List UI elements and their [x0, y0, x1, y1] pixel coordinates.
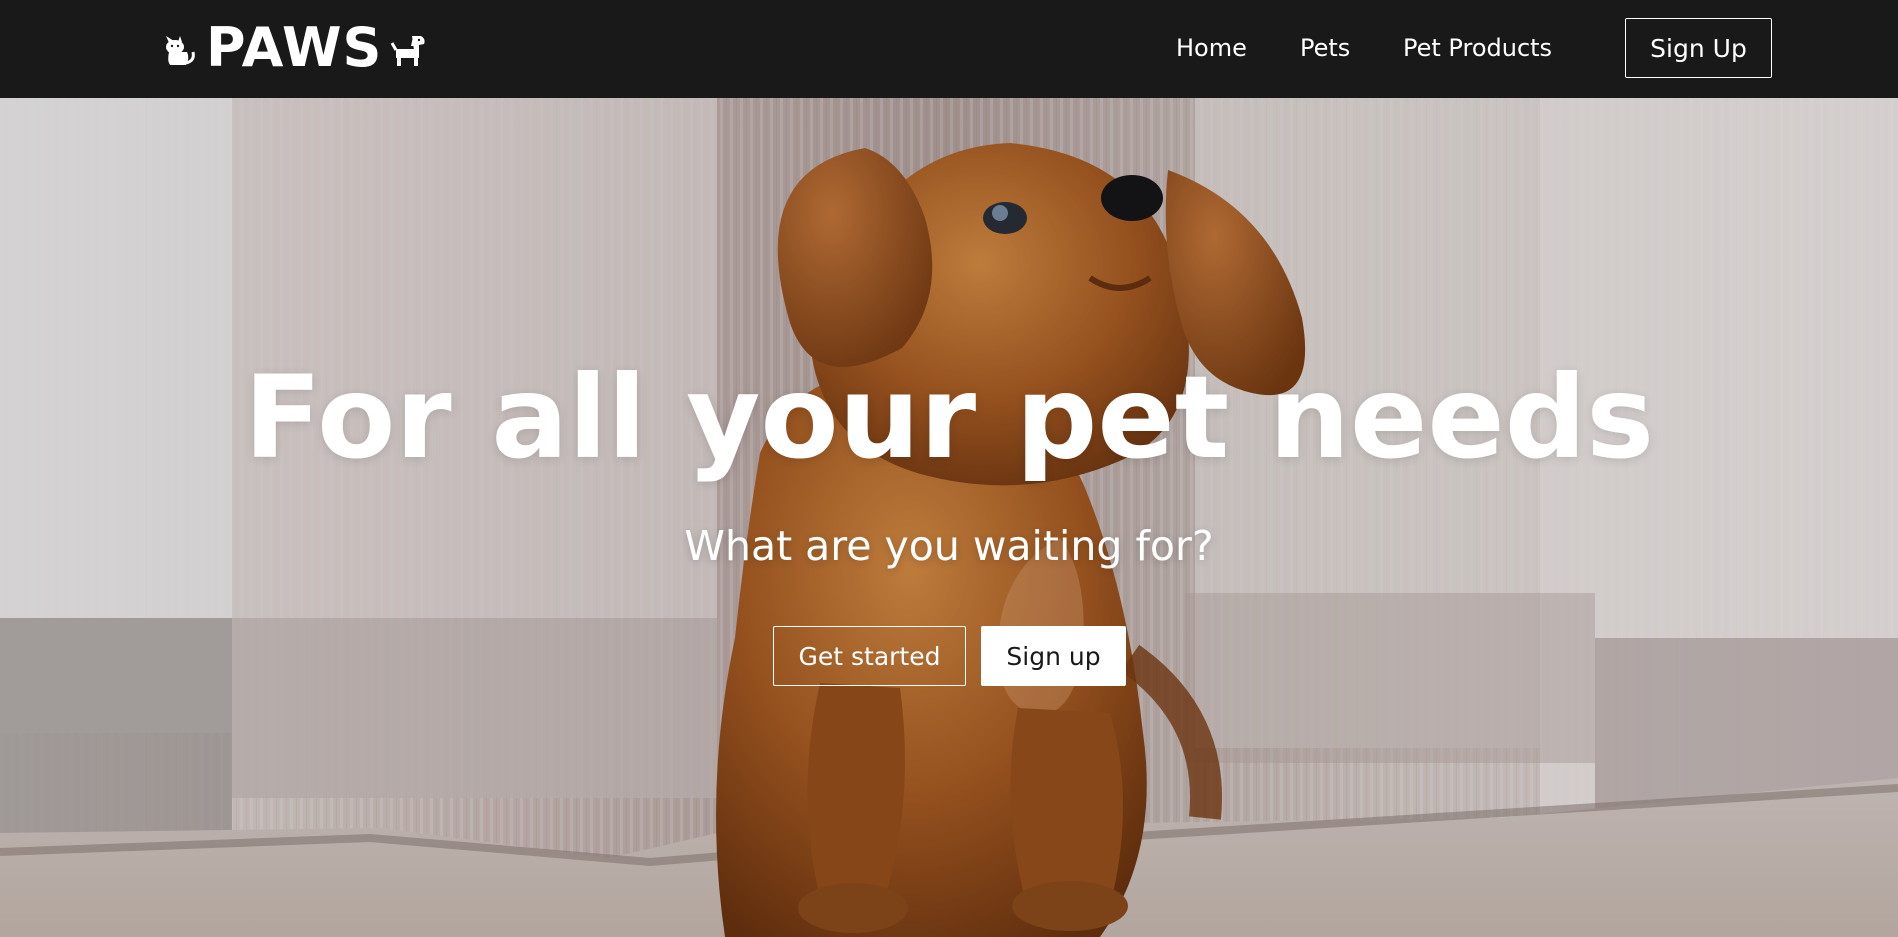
hero-subtitle: What are you waiting for? — [684, 522, 1214, 570]
cat-icon — [166, 36, 195, 65]
hero-signup-button[interactable]: Sign up — [981, 626, 1126, 686]
dog-icon — [391, 36, 426, 66]
signup-button[interactable]: Sign Up — [1625, 18, 1772, 78]
nav-link-pets[interactable]: Pets — [1300, 33, 1350, 63]
hero-title: For all your pet needs — [243, 351, 1655, 484]
brand-logo[interactable]: PAWS — [160, 14, 428, 82]
hero-section: For all your pet needs What are you wait… — [0, 98, 1898, 937]
hero-overlay — [0, 98, 1898, 937]
navbar: PAWS Home Pets Pet Products Sign Up — [0, 0, 1898, 98]
brand-name: PAWS — [206, 16, 383, 79]
nav-link-pet-products[interactable]: Pet Products — [1403, 33, 1552, 63]
get-started-button[interactable]: Get started — [773, 626, 966, 686]
nav-link-home[interactable]: Home — [1176, 33, 1247, 63]
